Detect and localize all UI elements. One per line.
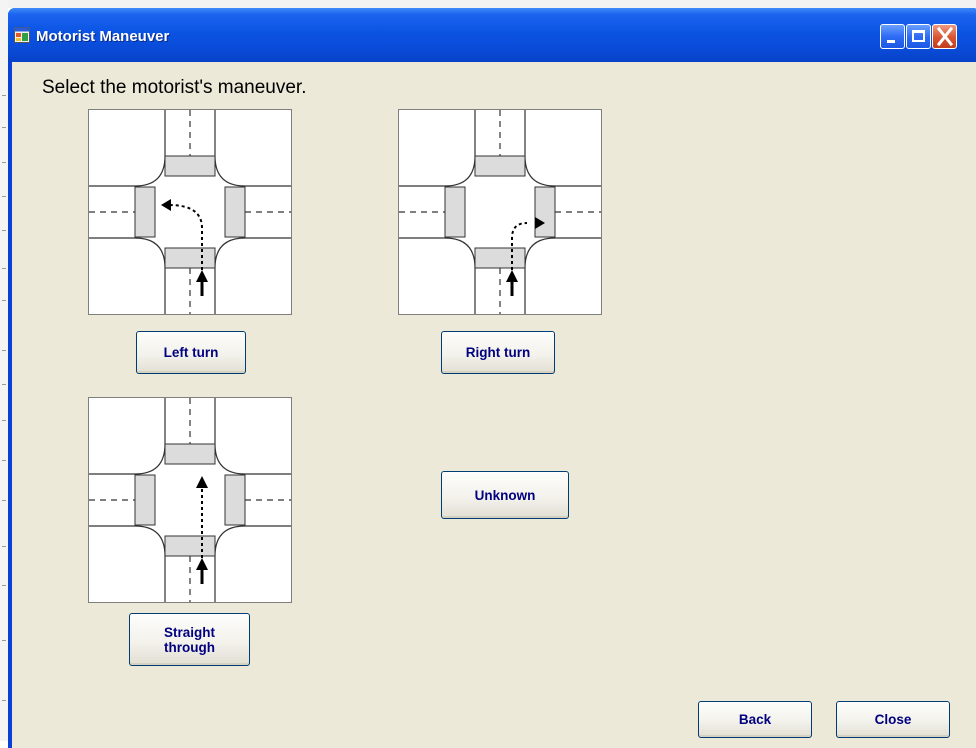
instruction-label: Select the motorist's maneuver. — [42, 77, 307, 98]
right-turn-diagram — [398, 109, 602, 315]
right-turn-button[interactable]: Right turn — [441, 331, 555, 374]
background-desktop-left — [0, 0, 8, 741]
close-button[interactable]: Close — [836, 701, 950, 738]
minimize-button[interactable] — [880, 24, 905, 49]
window-title: Motorist Maneuver — [36, 28, 170, 45]
motorist-maneuver-window: Motorist Maneuver Select the motorist's … — [8, 8, 976, 748]
close-icon — [936, 26, 954, 47]
minimize-icon — [887, 40, 895, 43]
unknown-button[interactable]: Unknown — [441, 471, 569, 519]
left-turn-diagram — [88, 109, 292, 315]
straight-through-button[interactable]: Straight through — [129, 613, 250, 666]
back-button[interactable]: Back — [698, 701, 812, 738]
window-client-area: Select the motorist's maneuver. Left tur… — [12, 62, 976, 748]
background-desktop-top — [0, 0, 976, 8]
maximize-button[interactable] — [906, 24, 931, 49]
maximize-icon — [912, 30, 925, 42]
app-window-icon — [14, 27, 30, 43]
close-window-button[interactable] — [932, 24, 957, 49]
window-titlebar[interactable]: Motorist Maneuver — [8, 8, 976, 62]
left-turn-button[interactable]: Left turn — [136, 331, 246, 374]
straight-through-diagram — [88, 397, 292, 603]
